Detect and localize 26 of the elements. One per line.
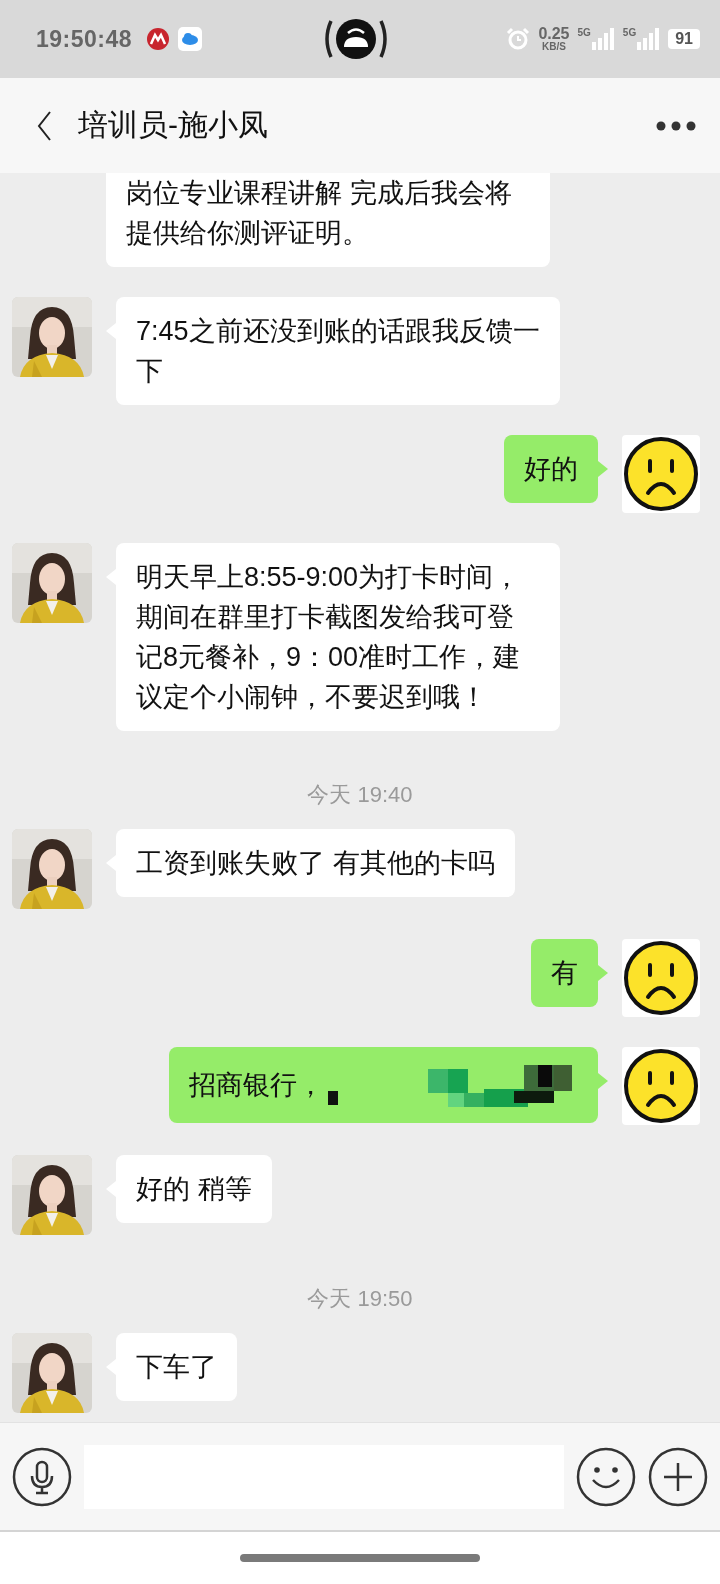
signal-icon <box>636 27 661 51</box>
sad-face-icon[interactable] <box>622 435 700 513</box>
mountain-logo-icon <box>146 27 171 51</box>
clock: 19:50:48 <box>36 25 133 53</box>
message-bubble[interactable]: 岗位专业课程讲解 完成后我会将提供给你测评证明。 <box>106 173 550 267</box>
back-icon[interactable] <box>36 109 52 142</box>
timestamp: 今天 19:50 <box>307 1285 413 1313</box>
bubble-tail <box>598 1073 608 1089</box>
message-text: 招商银行， <box>189 1069 324 1102</box>
signal-icon <box>590 27 615 51</box>
network-type: 5G <box>622 27 637 38</box>
add-icon[interactable] <box>648 1446 708 1507</box>
emoji-icon[interactable] <box>576 1446 636 1507</box>
speed-unit: KB/S <box>542 42 566 52</box>
network-speed: 0.25 <box>538 26 570 42</box>
chat-title: 培训员-施小凤 <box>78 107 268 143</box>
more-icon[interactable] <box>656 120 696 131</box>
hotspot-icon <box>323 18 389 60</box>
voice-icon[interactable] <box>12 1446 72 1507</box>
sad-face-icon[interactable] <box>622 1047 700 1125</box>
timestamp: 今天 19:40 <box>307 781 413 809</box>
alarm-icon <box>506 27 531 51</box>
battery-level: 91 <box>668 29 700 49</box>
network-type: 5G <box>577 27 591 38</box>
sad-face-icon[interactable] <box>622 939 700 1017</box>
cloud-app-icon <box>178 27 203 51</box>
